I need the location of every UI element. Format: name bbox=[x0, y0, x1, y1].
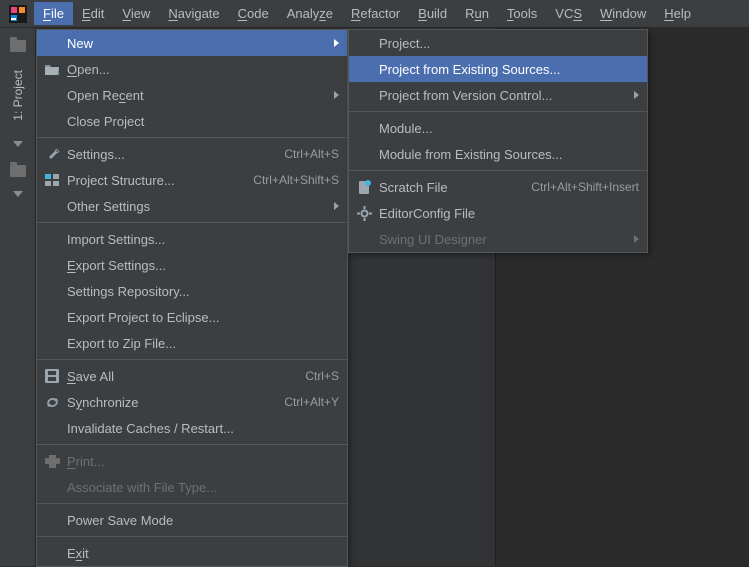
blank-icon bbox=[43, 112, 61, 130]
submenu-arrow-icon bbox=[634, 91, 639, 99]
menubar-tools[interactable]: Tools bbox=[498, 2, 546, 25]
blank-icon bbox=[43, 230, 61, 248]
collapse-icon[interactable] bbox=[13, 191, 23, 197]
menu-export-zip[interactable]: Export to Zip File... bbox=[37, 330, 347, 356]
save-icon bbox=[43, 367, 61, 385]
left-tool-sidebar: 1: Project bbox=[0, 28, 36, 566]
menu-invalidate-caches[interactable]: Invalidate Caches / Restart... bbox=[37, 415, 347, 441]
menu-import-settings[interactable]: Import Settings... bbox=[37, 226, 347, 252]
menu-separator bbox=[37, 359, 347, 360]
app-logo-icon bbox=[6, 2, 30, 26]
blank-icon bbox=[355, 145, 373, 163]
submenu-arrow-icon bbox=[334, 91, 339, 99]
menubar: FileEditViewNavigateCodeAnalyzeRefactorB… bbox=[0, 0, 749, 28]
menu-new-project[interactable]: Project... bbox=[349, 30, 647, 56]
menubar-file[interactable]: File bbox=[34, 2, 73, 25]
menu-new-module-existing[interactable]: Module from Existing Sources... bbox=[349, 141, 647, 167]
blank-icon bbox=[43, 478, 61, 496]
menu-new-module[interactable]: Module... bbox=[349, 115, 647, 141]
menu-associate-filetype: Associate with File Type... bbox=[37, 474, 347, 500]
menu-open[interactable]: Open... bbox=[37, 56, 347, 82]
shortcut-label: Ctrl+Alt+Y bbox=[284, 395, 339, 409]
blank-icon bbox=[43, 334, 61, 352]
blank-icon bbox=[43, 34, 61, 52]
new-submenu-popup: Project... Project from Existing Sources… bbox=[348, 29, 648, 253]
menubar-run[interactable]: Run bbox=[456, 2, 498, 25]
blank-icon bbox=[43, 544, 61, 562]
menu-open-recent[interactable]: Open Recent bbox=[37, 82, 347, 108]
menu-settings-repository[interactable]: Settings Repository... bbox=[37, 278, 347, 304]
menu-new-project-vcs[interactable]: Project from Version Control... bbox=[349, 82, 647, 108]
menu-other-settings[interactable]: Other Settings bbox=[37, 193, 347, 219]
scratch-file-icon bbox=[355, 178, 373, 196]
submenu-arrow-icon bbox=[334, 202, 339, 210]
blank-icon bbox=[355, 119, 373, 137]
menu-separator bbox=[349, 111, 647, 112]
blank-icon bbox=[355, 60, 373, 78]
blank-icon bbox=[43, 419, 61, 437]
menu-export-eclipse[interactable]: Export Project to Eclipse... bbox=[37, 304, 347, 330]
open-folder-icon bbox=[43, 60, 61, 78]
menu-exit[interactable]: Exit bbox=[37, 540, 347, 566]
menu-separator bbox=[37, 222, 347, 223]
menu-new-project-existing-sources[interactable]: Project from Existing Sources... bbox=[349, 56, 647, 82]
blank-icon bbox=[43, 511, 61, 529]
menu-separator bbox=[37, 503, 347, 504]
menubar-refactor[interactable]: Refactor bbox=[342, 2, 409, 25]
menu-new-editorconfig[interactable]: EditorConfig File bbox=[349, 200, 647, 226]
shortcut-label: Ctrl+S bbox=[305, 369, 339, 383]
blank-icon bbox=[355, 230, 373, 248]
menu-project-structure[interactable]: Project Structure... Ctrl+Alt+Shift+S bbox=[37, 167, 347, 193]
blank-icon bbox=[43, 86, 61, 104]
menu-synchronize[interactable]: Synchronize Ctrl+Alt+Y bbox=[37, 389, 347, 415]
menu-new-swing-designer: Swing UI Designer bbox=[349, 226, 647, 252]
blank-icon bbox=[43, 197, 61, 215]
blank-icon bbox=[355, 86, 373, 104]
wrench-icon bbox=[43, 145, 61, 163]
project-toolwindow-tab[interactable]: 1: Project bbox=[9, 64, 27, 127]
gear-icon bbox=[355, 204, 373, 222]
menubar-view[interactable]: View bbox=[113, 2, 159, 25]
menubar-window[interactable]: Window bbox=[591, 2, 655, 25]
folder-icon bbox=[10, 165, 26, 177]
menubar-help[interactable]: Help bbox=[655, 2, 700, 25]
submenu-arrow-icon bbox=[334, 39, 339, 47]
menu-print: Print... bbox=[37, 448, 347, 474]
menubar-code[interactable]: Code bbox=[229, 2, 278, 25]
menu-save-all[interactable]: Save All Ctrl+S bbox=[37, 363, 347, 389]
sync-icon bbox=[43, 393, 61, 411]
blank-icon bbox=[43, 256, 61, 274]
blank-icon bbox=[43, 308, 61, 326]
collapse-icon[interactable] bbox=[13, 141, 23, 147]
project-tab-label: 1: Project bbox=[11, 70, 25, 121]
print-icon bbox=[43, 452, 61, 470]
menu-new-scratch-file[interactable]: Scratch File Ctrl+Alt+Shift+Insert bbox=[349, 174, 647, 200]
menu-new[interactable]: New bbox=[37, 30, 347, 56]
shortcut-label: Ctrl+Alt+Shift+Insert bbox=[531, 180, 639, 194]
menubar-edit[interactable]: Edit bbox=[73, 2, 113, 25]
menubar-navigate[interactable]: Navigate bbox=[159, 2, 228, 25]
menubar-vcs[interactable]: VCS bbox=[546, 2, 591, 25]
shortcut-label: Ctrl+Alt+Shift+S bbox=[253, 173, 339, 187]
menu-power-save-mode[interactable]: Power Save Mode bbox=[37, 507, 347, 533]
project-structure-icon bbox=[43, 171, 61, 189]
menu-export-settings[interactable]: Export Settings... bbox=[37, 252, 347, 278]
menu-separator bbox=[37, 137, 347, 138]
file-menu-popup: New Open... Open Recent Close Project Se… bbox=[36, 29, 348, 567]
menubar-build[interactable]: Build bbox=[409, 2, 456, 25]
menu-separator bbox=[37, 536, 347, 537]
menu-separator bbox=[349, 170, 647, 171]
folder-icon bbox=[10, 40, 26, 52]
blank-icon bbox=[43, 282, 61, 300]
shortcut-label: Ctrl+Alt+S bbox=[284, 147, 339, 161]
submenu-arrow-icon bbox=[634, 235, 639, 243]
menu-separator bbox=[37, 444, 347, 445]
menu-settings[interactable]: Settings... Ctrl+Alt+S bbox=[37, 141, 347, 167]
menubar-analyze[interactable]: Analyze bbox=[278, 2, 342, 25]
menu-close-project[interactable]: Close Project bbox=[37, 108, 347, 134]
blank-icon bbox=[355, 34, 373, 52]
